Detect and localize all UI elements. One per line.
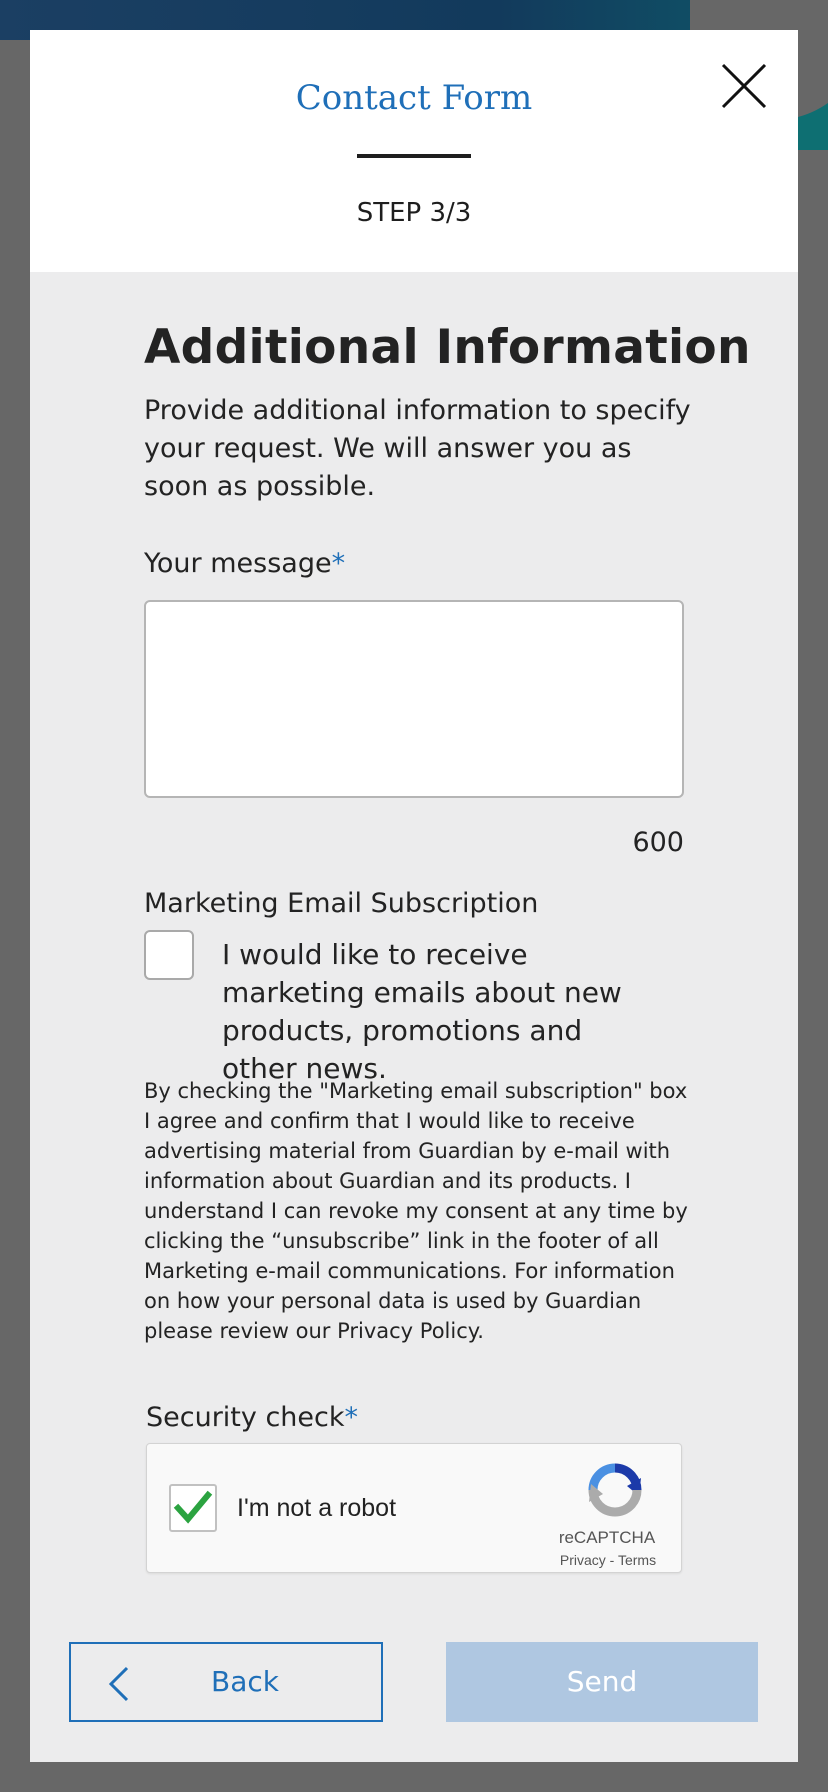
send-button[interactable]: Send — [446, 1642, 758, 1722]
marketing-subscription-label: Marketing Email Subscription — [144, 888, 539, 919]
send-button-label: Send — [566, 1665, 638, 1698]
recaptcha-brand: reCAPTCHA — [558, 1528, 656, 1547]
checkmark-icon — [173, 1490, 213, 1524]
contact-form-modal: Contact Form STEP 3/3 Additional Informa… — [30, 30, 798, 1762]
message-label: Your message* — [144, 548, 345, 579]
close-button[interactable] — [720, 62, 768, 110]
required-marker: * — [331, 548, 346, 579]
message-label-text: Your message — [144, 548, 332, 579]
close-icon — [721, 63, 767, 109]
section-heading: Additional Information — [144, 320, 751, 375]
section-intro: Provide additional information to specif… — [144, 395, 691, 502]
chevron-left-icon — [108, 1666, 129, 1702]
marketing-checkbox[interactable] — [144, 930, 194, 980]
security-check-label: Security check* — [146, 1402, 358, 1433]
required-marker: * — [344, 1402, 359, 1433]
modal-title: Contact Form — [295, 78, 533, 118]
marketing-disclaimer: By checking the "Marketing email subscri… — [144, 1079, 688, 1343]
recaptcha-label: I'm not a robot — [237, 1494, 397, 1522]
character-counter: 600 — [632, 827, 684, 858]
recaptcha-widget: I'm not a robot reCAPTCHA Privacy - Term… — [146, 1443, 682, 1573]
recaptcha-privacy-link[interactable]: Privacy — [560, 1552, 606, 1568]
message-textarea[interactable] — [144, 600, 684, 798]
modal-header: Contact Form STEP 3/3 — [30, 30, 798, 272]
title-underline — [357, 154, 471, 158]
step-indicator: STEP 3/3 — [356, 198, 472, 228]
back-button[interactable]: Back — [69, 1642, 383, 1722]
recaptcha-logo-icon — [588, 1463, 642, 1517]
recaptcha-link-separator: - — [605, 1552, 618, 1568]
recaptcha-terms-link[interactable]: Terms — [618, 1552, 656, 1568]
recaptcha-checkbox[interactable] — [169, 1484, 217, 1532]
recaptcha-links: Privacy - Terms — [543, 1552, 673, 1568]
marketing-checkbox-text: I would like to receive marketing emails… — [222, 938, 622, 1085]
security-check-label-text: Security check — [146, 1402, 345, 1433]
back-button-label: Back — [211, 1665, 279, 1698]
